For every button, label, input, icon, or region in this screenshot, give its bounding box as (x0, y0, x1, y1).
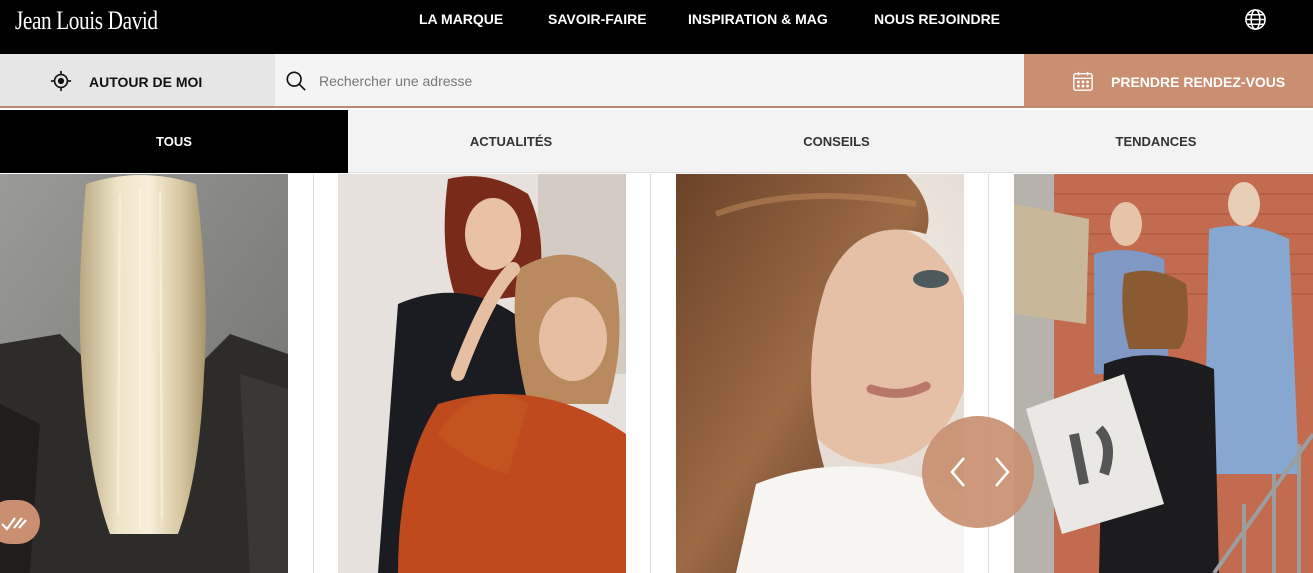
tab-tous[interactable]: TOUS (0, 110, 348, 173)
card-divider (313, 174, 314, 573)
search-row: AUTOUR DE MOI PRENDRE RENDEZ-VOUS (0, 54, 1313, 108)
article-card[interactable] (1014, 174, 1313, 573)
category-tabs: TOUS ACTUALITÉS CONSEILS TENDANCES (0, 110, 1313, 173)
article-card[interactable] (0, 174, 288, 573)
article-card-image (1014, 174, 1313, 573)
chevron-right-icon[interactable] (990, 454, 1014, 490)
address-search (275, 54, 1024, 106)
carousel-controls (922, 416, 1034, 528)
nav-item-inspiration-mag[interactable]: INSPIRATION & MAG (688, 11, 828, 27)
globe-icon[interactable] (1244, 8, 1267, 31)
brand-logo[interactable]: Jean Louis David (15, 6, 158, 36)
calendar-icon (1073, 71, 1093, 91)
tab-tendances[interactable]: TENDANCES (999, 110, 1313, 173)
search-row-divider (0, 106, 1313, 108)
book-appointment-button[interactable]: PRENDRE RENDEZ-VOUS (1024, 54, 1313, 108)
chevron-left-icon[interactable] (946, 454, 970, 490)
article-card[interactable] (338, 174, 626, 573)
nav-item-nous-rejoindre[interactable]: NOUS REJOINDRE (874, 11, 1000, 27)
tab-actualites[interactable]: ACTUALITÉS (348, 110, 674, 173)
book-appointment-label: PRENDRE RENDEZ-VOUS (1111, 74, 1286, 90)
location-target-icon (50, 70, 72, 92)
article-card[interactable] (676, 174, 964, 573)
nav-item-la-marque[interactable]: LA MARQUE (419, 11, 503, 27)
address-search-input[interactable] (319, 66, 999, 96)
article-card-image (676, 174, 964, 573)
top-navigation-bar: Jean Louis David LA MARQUE SAVOIR-FAIRE … (0, 0, 1313, 54)
article-card-image (0, 174, 288, 573)
article-carousel (0, 174, 1313, 573)
check-icon (1, 517, 27, 531)
article-card-image (338, 174, 626, 573)
around-me-button[interactable]: AUTOUR DE MOI (0, 54, 275, 108)
card-divider (650, 174, 651, 573)
tab-conseils[interactable]: CONSEILS (674, 110, 999, 173)
nav-item-savoir-faire[interactable]: SAVOIR-FAIRE (548, 11, 647, 27)
around-me-label: AUTOUR DE MOI (89, 74, 203, 90)
search-icon (286, 71, 306, 91)
